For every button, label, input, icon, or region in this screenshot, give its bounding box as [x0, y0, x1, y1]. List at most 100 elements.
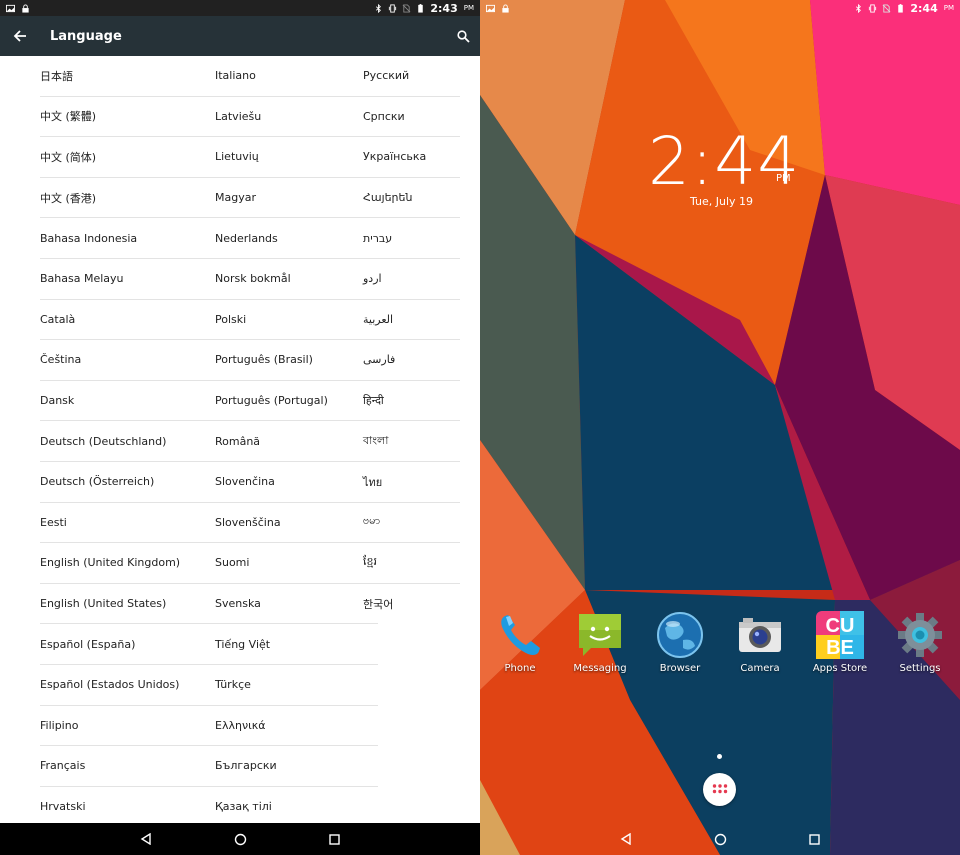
clock-widget[interactable]: 2:44 PM Tue, July 19 [648, 123, 800, 208]
language-item[interactable]: Español (Estados Unidos) [40, 665, 215, 706]
language-item[interactable]: Hrvatski [40, 787, 215, 828]
app-phone[interactable]: Phone [480, 610, 560, 674]
app-browser[interactable]: Browser [640, 610, 720, 674]
language-item[interactable]: Українська [363, 137, 460, 178]
language-item[interactable]: اردو [363, 259, 460, 300]
navigation-bar [0, 823, 480, 855]
language-item[interactable]: فارسی [363, 340, 460, 381]
home-circle-icon [234, 833, 246, 845]
status-bar: 2:43 PM [0, 0, 480, 16]
back-button[interactable] [0, 16, 40, 56]
nav-recents-button[interactable] [807, 832, 821, 846]
language-item[interactable]: Català [40, 300, 215, 341]
status-time: 2:44 [910, 1, 938, 15]
language-item[interactable]: Português (Brasil) [215, 340, 378, 381]
language-item[interactable]: Polski [215, 300, 378, 341]
page-indicator [717, 754, 722, 759]
clock-date: Tue, July 19 [690, 195, 754, 208]
home-screen: 2:44 PM 2:44 PM Tue, July 19 Phone Messag… [480, 0, 960, 855]
lock-icon [502, 3, 509, 13]
language-item[interactable]: ไทย [363, 462, 460, 503]
language-item[interactable]: Slovenščina [215, 503, 378, 544]
language-item[interactable]: Nederlands [215, 218, 378, 259]
language-item[interactable]: Türkçe [215, 665, 378, 706]
language-item[interactable]: 中文 (简体) [40, 137, 215, 178]
back-triangle-icon [620, 833, 631, 845]
nav-home-button[interactable] [233, 832, 247, 846]
language-item[interactable]: Slovenčina [215, 462, 378, 503]
language-item[interactable]: Čeština [40, 340, 215, 381]
language-item[interactable]: Tiếng Việt [215, 624, 378, 665]
language-item[interactable]: ខ្មែរ [363, 543, 460, 584]
no-sim-icon [402, 3, 411, 13]
app-apps-store[interactable]: CU BE Apps Store [800, 610, 880, 674]
status-ampm: PM [463, 4, 474, 12]
language-column-1: 日本語 中文 (繁體) 中文 (简体) 中文 (香港) Bahasa Indonesia… [40, 56, 215, 827]
language-item[interactable]: Bahasa Melayu [40, 259, 215, 300]
language-item[interactable]: Bahasa Indonesia [40, 218, 215, 259]
language-item[interactable]: Lietuvių [215, 137, 378, 178]
language-item[interactable]: 中文 (繁體) [40, 97, 215, 138]
language-column-2: Italiano Latviešu Lietuvių Magyar Nederlands… [215, 56, 378, 827]
language-item[interactable]: 中文 (香港) [40, 178, 215, 219]
language-item[interactable]: Magyar [215, 178, 378, 219]
recents-square-icon [328, 833, 340, 845]
app-camera[interactable]: Camera [720, 610, 800, 674]
nav-recents-button[interactable] [327, 832, 341, 846]
language-item[interactable]: Български [215, 746, 378, 787]
app-messaging[interactable]: Messaging [560, 610, 640, 674]
nav-back-button[interactable] [139, 832, 153, 846]
language-item[interactable]: Српски [363, 97, 460, 138]
nav-home-button[interactable] [713, 832, 727, 846]
language-item[interactable]: 한국어 [363, 584, 460, 625]
back-triangle-icon [140, 833, 151, 845]
battery-icon [418, 3, 424, 13]
status-time: 2:43 [430, 1, 458, 15]
language-item[interactable]: Latviešu [215, 97, 378, 138]
language-item[interactable]: Filipino [40, 706, 215, 747]
apps-grid-icon [712, 783, 727, 793]
bluetooth-icon [376, 3, 382, 13]
language-item[interactable]: Suomi [215, 543, 378, 584]
language-item[interactable]: Deutsch (Deutschland) [40, 421, 215, 462]
language-item[interactable]: Русский [363, 56, 460, 97]
language-item[interactable]: বাংলা [363, 421, 460, 462]
language-item[interactable]: Հայերեն [363, 178, 460, 219]
browser-icon [657, 612, 703, 658]
nav-back-button[interactable] [619, 832, 633, 846]
settings-icon [898, 613, 942, 657]
vibrate-icon [389, 3, 397, 13]
language-settings-screen: 2:43 PM Language 日本語 中文 (繁體) 中文 (简体) 中文 (香港)… [0, 0, 480, 855]
language-item[interactable]: Eesti [40, 503, 215, 544]
language-item[interactable]: Italiano [215, 56, 378, 97]
language-item[interactable]: हिन्दी [363, 381, 460, 422]
vibrate-icon [869, 3, 877, 13]
phone-icon [501, 615, 540, 655]
language-item[interactable]: Français [40, 746, 215, 787]
language-item[interactable]: Português (Portugal) [215, 381, 378, 422]
search-button[interactable] [446, 16, 480, 56]
arrow-back-icon [13, 30, 26, 42]
language-item[interactable]: Қазақ тілі [215, 787, 378, 828]
language-item[interactable]: Svenska [215, 584, 378, 625]
app-drawer-button[interactable] [703, 773, 736, 806]
language-item[interactable]: Deutsch (Österreich) [40, 462, 215, 503]
language-item[interactable]: 日本語 [40, 56, 215, 97]
bluetooth-icon [856, 3, 862, 13]
language-item[interactable]: Română [215, 421, 378, 462]
language-column-3: Русский Српски Українська Հայերեն עברית اردو ا… [363, 56, 460, 624]
language-item[interactable]: Norsk bokmål [215, 259, 378, 300]
language-item[interactable]: עברית [363, 218, 460, 259]
language-item[interactable]: English (United Kingdom) [40, 543, 215, 584]
language-item[interactable]: ဗမာ [363, 503, 460, 544]
language-item[interactable]: Español (España) [40, 624, 215, 665]
status-ampm: PM [943, 4, 954, 12]
app-settings[interactable]: Settings [880, 610, 960, 674]
language-item[interactable]: Ελληνικά [215, 706, 378, 747]
language-item[interactable]: العربية [363, 300, 460, 341]
messaging-icon [579, 614, 621, 656]
recents-square-icon [808, 833, 820, 845]
language-item[interactable]: English (United States) [40, 584, 215, 625]
language-list: 日本語 中文 (繁體) 中文 (简体) 中文 (香港) Bahasa Indonesia… [40, 56, 460, 823]
language-item[interactable]: Dansk [40, 381, 215, 422]
